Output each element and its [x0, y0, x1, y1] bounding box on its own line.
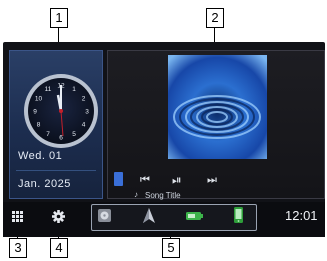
source-icon[interactable] [114, 172, 123, 186]
callout-4: 4 [50, 238, 68, 258]
callout-5: 5 [162, 238, 180, 258]
navigation-arrow-icon[interactable] [143, 208, 155, 223]
battery-icon[interactable] [186, 212, 203, 220]
clock-numeral-7: 7 [46, 131, 50, 138]
clock-numeral-4: 4 [82, 121, 86, 128]
date-day: Wed. 01 [18, 150, 63, 162]
disc-icon[interactable] [98, 209, 111, 222]
date-month-year: Jan. 2025 [18, 178, 71, 190]
clock-numeral-11: 11 [45, 86, 52, 93]
clock-numeral-9: 9 [33, 108, 37, 115]
shortcut-dock [91, 204, 257, 231]
clock-numeral-10: 10 [35, 95, 43, 102]
clock-numeral-5: 5 [72, 131, 76, 138]
analog-clock-icon: 121234567891011 [24, 74, 98, 148]
clock-numeral-8: 8 [37, 121, 41, 128]
play-pause-icon[interactable]: ⏯ [172, 173, 182, 187]
album-art [168, 55, 267, 159]
settings-gear-icon[interactable] [52, 210, 65, 223]
date-divider [16, 170, 96, 171]
menu-grid-icon[interactable] [12, 211, 23, 222]
song-title: Song Title [145, 191, 181, 200]
clock-numeral-2: 2 [82, 95, 86, 102]
previous-track-icon[interactable]: ⏮ [140, 173, 150, 187]
next-track-icon[interactable]: ⏭ [207, 173, 217, 187]
callout-3: 3 [9, 238, 27, 258]
phone-icon[interactable] [234, 207, 243, 223]
callout-1: 1 [50, 8, 68, 28]
clock-numeral-3: 3 [85, 108, 89, 115]
callout-2: 2 [206, 8, 224, 28]
clock-numeral-1: 1 [72, 86, 76, 93]
music-note-icon: ♪ [134, 190, 138, 199]
clock-time: 12:01 [285, 208, 318, 223]
clock-center-cap [59, 109, 63, 113]
